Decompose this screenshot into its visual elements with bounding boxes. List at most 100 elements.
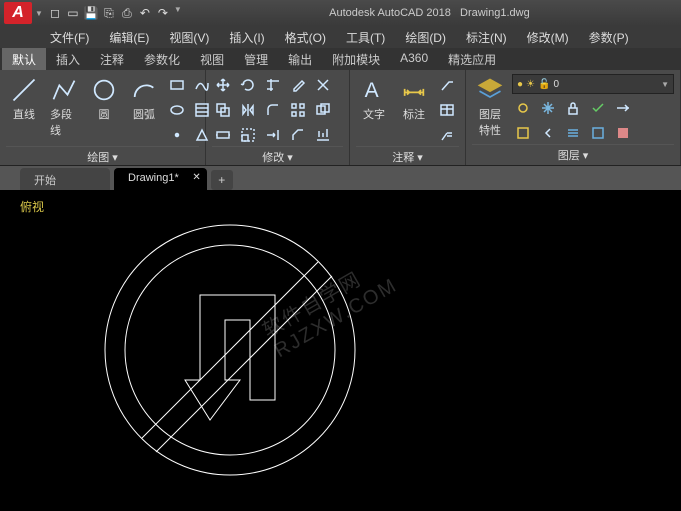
lightbulb-icon: ● <box>517 79 523 90</box>
layer-iso-icon[interactable] <box>512 122 534 144</box>
ribbon-tab-insert[interactable]: 插入 <box>46 48 90 70</box>
circle-button[interactable]: 圆 <box>86 74 122 146</box>
menu-edit[interactable]: 编辑(E) <box>101 26 157 48</box>
leader-icon[interactable] <box>436 74 458 96</box>
offset-icon[interactable] <box>312 99 334 121</box>
ribbon-tab-addins[interactable]: 附加模块 <box>322 48 390 70</box>
layer-off-icon[interactable] <box>512 97 534 119</box>
app-logo[interactable]: A <box>4 2 32 24</box>
move-icon[interactable] <box>212 74 234 96</box>
panel-modify-title[interactable]: 修改 ▾ <box>212 146 343 167</box>
redo-icon[interactable]: ↷ <box>155 5 171 21</box>
sun-icon: ☀ <box>526 79 535 90</box>
menu-param[interactable]: 参数(P) <box>581 26 637 48</box>
menu-tools[interactable]: 工具(T) <box>338 26 393 48</box>
panel-layer-title[interactable]: 图层 ▾ <box>472 144 674 165</box>
align-icon[interactable] <box>312 124 334 146</box>
layer-lock-icon[interactable] <box>562 97 584 119</box>
menu-view[interactable]: 视图(V) <box>161 26 217 48</box>
panel-annotate-title[interactable]: 注释 ▾ <box>356 146 459 167</box>
open-icon[interactable]: ▭ <box>65 5 81 21</box>
layers-icon <box>476 76 504 104</box>
layer-properties-button[interactable]: 图层 特性 <box>472 74 508 144</box>
menu-format[interactable]: 格式(O) <box>277 26 334 48</box>
polyline-button[interactable]: 多段线 <box>46 74 82 146</box>
panel-annotate: A 文字 标注 注释 ▾ <box>350 70 466 165</box>
app-menu-dropdown-icon[interactable]: ▼ <box>35 9 43 18</box>
ribbon-tab-a360[interactable]: A360 <box>390 48 438 70</box>
save-icon[interactable]: 💾 <box>83 5 99 21</box>
scale-icon[interactable] <box>237 124 259 146</box>
qat-dropdown-icon[interactable]: ▼ <box>174 5 182 21</box>
arc-button[interactable]: 圆弧 <box>126 74 162 146</box>
line-icon <box>10 76 38 104</box>
ribbon-tab-manage[interactable]: 管理 <box>234 48 278 70</box>
layer-dropdown[interactable]: ● ☀ 🔓 0 ▼ <box>512 74 674 94</box>
panel-draw-title[interactable]: 绘图 ▾ <box>6 146 199 167</box>
mleader-icon[interactable] <box>436 124 458 146</box>
ribbon-tab-default[interactable]: 默认 <box>2 48 46 70</box>
explode-icon[interactable] <box>312 74 334 96</box>
layer-match-icon[interactable] <box>612 97 634 119</box>
svg-text:A: A <box>365 79 379 102</box>
ribbon-tab-parametric[interactable]: 参数化 <box>134 48 190 70</box>
polyline-icon <box>50 76 78 104</box>
layer-color-icon[interactable] <box>612 122 634 144</box>
table-icon[interactable] <box>436 99 458 121</box>
rotate-icon[interactable] <box>237 74 259 96</box>
ribbon-tab-annotate[interactable]: 注释 <box>90 48 134 70</box>
rectangle-icon[interactable] <box>166 74 188 96</box>
menu-draw[interactable]: 绘图(D) <box>397 26 454 48</box>
drawing-content <box>90 210 370 490</box>
new-tab-button[interactable]: + <box>211 170 233 190</box>
ellipse-icon[interactable] <box>166 99 188 121</box>
saveas-icon[interactable]: ⎘ <box>101 5 117 21</box>
layer-freeze-icon[interactable] <box>537 97 559 119</box>
window-title: Autodesk AutoCAD 2018 Drawing1.dwg <box>182 7 677 19</box>
menu-dim[interactable]: 标注(N) <box>458 26 515 48</box>
arc-icon <box>130 76 158 104</box>
ribbon-tab-output[interactable]: 输出 <box>278 48 322 70</box>
menu-bar: 文件(F) 编辑(E) 视图(V) 插入(I) 格式(O) 工具(T) 绘图(D… <box>0 26 681 48</box>
chamfer-icon[interactable] <box>287 124 309 146</box>
text-icon: A <box>360 76 388 104</box>
plot-icon[interactable]: ⎙ <box>119 5 135 21</box>
new-icon[interactable]: ◻ <box>47 5 63 21</box>
undo-icon[interactable]: ↶ <box>137 5 153 21</box>
layer-state-icon[interactable] <box>587 122 609 144</box>
menu-file[interactable]: 文件(F) <box>42 26 97 48</box>
trim-icon[interactable] <box>262 74 284 96</box>
layer-prev-icon[interactable] <box>537 122 559 144</box>
panel-modify: 修改 ▾ <box>206 70 350 165</box>
layer-walk-icon[interactable] <box>562 122 584 144</box>
menu-insert[interactable]: 插入(I) <box>221 26 272 48</box>
stretch-icon[interactable] <box>212 124 234 146</box>
fillet-icon[interactable] <box>262 99 284 121</box>
panel-draw: 直线 多段线 圆 圆弧 绘图 ▾ <box>0 70 206 165</box>
close-icon[interactable]: ✕ <box>192 172 200 183</box>
text-button[interactable]: A 文字 <box>356 74 392 146</box>
tab-drawing1[interactable]: Drawing1* ✕ <box>114 168 207 190</box>
drawing-canvas[interactable]: 俯视 软件自学网 RJZXW.COM <box>0 190 681 511</box>
point-icon[interactable] <box>166 124 188 146</box>
extend-icon[interactable] <box>262 124 284 146</box>
menu-modify[interactable]: 修改(M) <box>519 26 577 48</box>
line-button[interactable]: 直线 <box>6 74 42 146</box>
copy-icon[interactable] <box>212 99 234 121</box>
quick-access-toolbar: ◻ ▭ 💾 ⎘ ⎙ ↶ ↷ ▼ <box>47 5 182 21</box>
ribbon: 直线 多段线 圆 圆弧 绘图 ▾ <box>0 70 681 166</box>
document-tab-bar: 开始 Drawing1* ✕ + <box>0 166 681 190</box>
ribbon-tab-featured[interactable]: 精选应用 <box>438 48 506 70</box>
tab-start[interactable]: 开始 <box>20 168 110 190</box>
panel-layer: 图层 特性 ● ☀ 🔓 0 ▼ <box>466 70 681 165</box>
ribbon-tab-strip: 默认 插入 注释 参数化 视图 管理 输出 附加模块 A360 精选应用 <box>0 48 681 70</box>
erase-icon[interactable] <box>287 74 309 96</box>
titlebar: A ▼ ◻ ▭ 💾 ⎘ ⎙ ↶ ↷ ▼ Autodesk AutoCAD 201… <box>0 0 681 26</box>
dimension-icon <box>400 76 428 104</box>
mirror-icon[interactable] <box>237 99 259 121</box>
chevron-down-icon: ▼ <box>661 80 669 89</box>
array-icon[interactable] <box>287 99 309 121</box>
ribbon-tab-view[interactable]: 视图 <box>190 48 234 70</box>
layer-make-current-icon[interactable] <box>587 97 609 119</box>
dimension-button[interactable]: 标注 <box>396 74 432 146</box>
